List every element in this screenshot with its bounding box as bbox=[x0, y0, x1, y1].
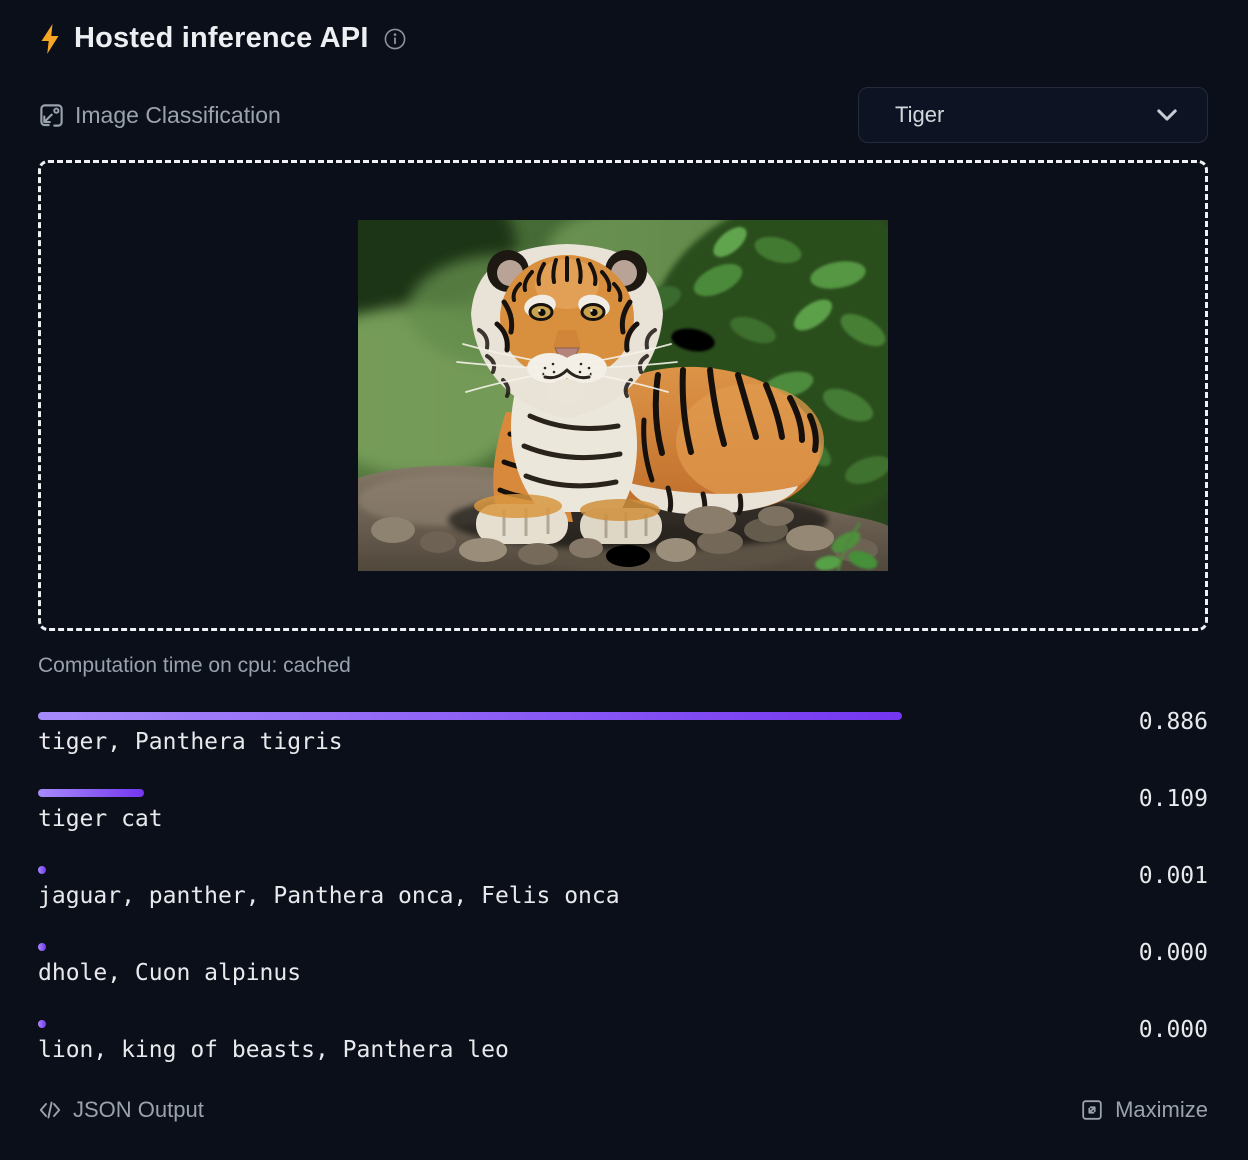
maximize-label: Maximize bbox=[1115, 1097, 1208, 1123]
result-row: tiger cat 0.109 bbox=[38, 789, 1208, 832]
image-classification-icon bbox=[38, 102, 65, 129]
result-bar-track: dhole, Cuon alpinus bbox=[38, 943, 1068, 986]
tiger-photo bbox=[358, 220, 888, 571]
classification-results: tiger, Panthera tigris 0.886 tiger cat 0… bbox=[38, 712, 1208, 1063]
result-row: dhole, Cuon alpinus 0.000 bbox=[38, 943, 1208, 986]
result-row: jaguar, panther, Panthera onca, Felis on… bbox=[38, 866, 1208, 909]
result-bar-track: tiger, Panthera tigris bbox=[38, 712, 1068, 755]
computation-time: Computation time on cpu: cached bbox=[38, 654, 1208, 678]
result-label: dhole, Cuon alpinus bbox=[38, 960, 1013, 986]
result-score: 0.000 bbox=[1068, 1017, 1208, 1063]
result-bar bbox=[38, 943, 46, 951]
json-output-button[interactable]: JSON Output bbox=[38, 1097, 204, 1123]
image-dropzone[interactable] bbox=[38, 160, 1208, 631]
result-score: 0.109 bbox=[1068, 786, 1208, 832]
widget-title: Hosted inference API bbox=[74, 22, 369, 55]
result-label: tiger, Panthera tigris bbox=[38, 729, 1013, 755]
result-bar-track: jaguar, panther, Panthera onca, Felis on… bbox=[38, 866, 1068, 909]
result-bar-track: tiger cat bbox=[38, 789, 1068, 832]
result-label: tiger cat bbox=[38, 806, 1013, 832]
result-row: lion, king of beasts, Panthera leo 0.000 bbox=[38, 1020, 1208, 1063]
example-select[interactable]: Tiger bbox=[858, 87, 1208, 143]
maximize-button[interactable]: Maximize bbox=[1080, 1097, 1208, 1123]
result-row: tiger, Panthera tigris 0.886 bbox=[38, 712, 1208, 755]
maximize-icon bbox=[1080, 1098, 1104, 1122]
result-bar-track: lion, king of beasts, Panthera leo bbox=[38, 1020, 1068, 1063]
result-bar bbox=[38, 1020, 46, 1028]
result-label: jaguar, panther, Panthera onca, Felis on… bbox=[38, 883, 1013, 909]
result-bar bbox=[38, 789, 144, 797]
result-bar bbox=[38, 866, 46, 874]
lightning-bolt-icon bbox=[38, 23, 62, 55]
result-score: 0.001 bbox=[1068, 863, 1208, 909]
result-score: 0.886 bbox=[1068, 709, 1208, 755]
json-output-label: JSON Output bbox=[73, 1097, 204, 1123]
result-label: lion, king of beasts, Panthera leo bbox=[38, 1037, 1013, 1063]
result-score: 0.000 bbox=[1068, 940, 1208, 986]
task-row: Image Classification Tiger bbox=[38, 87, 1208, 143]
result-bar bbox=[38, 712, 902, 720]
widget-footer: JSON Output Maximize bbox=[38, 1097, 1208, 1123]
inference-widget: Hosted inference API Image Classificatio… bbox=[0, 0, 1248, 1123]
code-icon bbox=[38, 1098, 62, 1122]
chevron-down-icon bbox=[1153, 101, 1181, 129]
example-select-value: Tiger bbox=[895, 102, 1153, 128]
widget-header: Hosted inference API bbox=[38, 22, 1208, 55]
info-icon[interactable] bbox=[383, 27, 407, 51]
task-label: Image Classification bbox=[75, 102, 281, 129]
